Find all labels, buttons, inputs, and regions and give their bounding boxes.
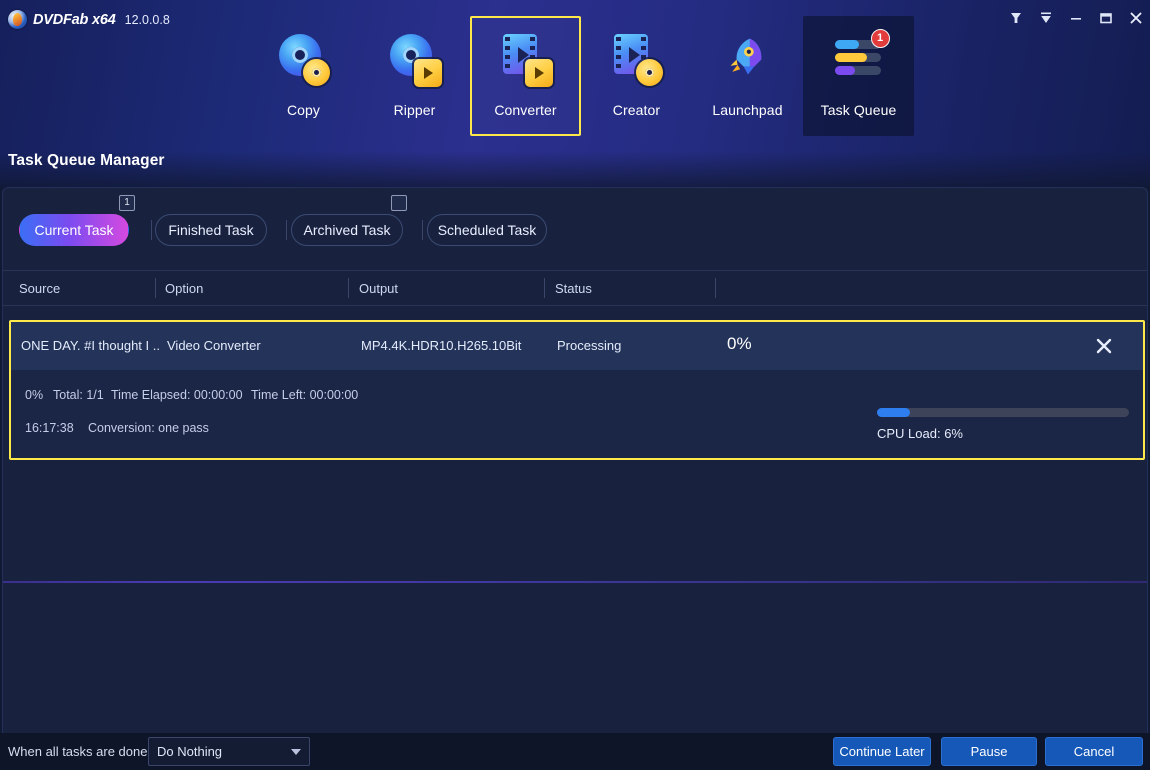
continue-later-label: Continue Later	[839, 744, 924, 759]
header-divider-1	[155, 278, 156, 298]
film-dice-icon	[499, 32, 553, 88]
nav-item-task-queue[interactable]: 1 Task Queue	[803, 16, 914, 136]
column-header-source: Source	[19, 281, 60, 296]
cpu-load-meter: CPU Load: 6%	[877, 408, 1129, 417]
brand: DVDFab x64 12.0.0.8	[8, 10, 170, 29]
when-done-select[interactable]: Do Nothing	[148, 737, 310, 766]
header-divider-4	[715, 278, 716, 298]
pause-label: Pause	[971, 744, 1008, 759]
cancel-button[interactable]: Cancel	[1045, 737, 1143, 766]
nav-label-launchpad: Launchpad	[712, 102, 782, 118]
task-row-highlight: ONE DAY. #I thought I ... Video Converte…	[9, 320, 1145, 460]
tab-archived-task[interactable]: Archived Task	[291, 214, 403, 246]
task-bars-icon: 1	[832, 32, 886, 88]
detail-time-elapsed: Time Elapsed: 00:00:00	[111, 388, 243, 402]
title-bar: DVDFab x64 12.0.0.8	[0, 0, 1150, 187]
nav-label-creator: Creator	[613, 102, 660, 118]
cpu-progress-fill	[877, 408, 910, 417]
pause-button[interactable]: Pause	[941, 737, 1037, 766]
nav-item-launchpad[interactable]: Launchpad	[692, 16, 803, 136]
cell-option: Video Converter	[167, 338, 347, 353]
tab-separator-3	[422, 220, 423, 240]
main-navigation: Copy Ripper Converter	[248, 16, 914, 136]
table-header: Source Option Output Status	[3, 270, 1147, 306]
chevron-down-icon	[291, 749, 301, 755]
section-divider	[3, 581, 1147, 583]
tab-separator-1	[151, 220, 152, 240]
cell-output: MP4.4K.HDR10.H265.10Bit	[361, 338, 543, 353]
task-tabs: Current Task 1 Finished Task Archived Ta…	[3, 188, 1147, 270]
cancel-label: Cancel	[1074, 744, 1114, 759]
disc-dice-icon	[388, 32, 442, 88]
task-detail-panel: 0% Total: 1/1 Time Elapsed: 00:00:00 Tim…	[11, 370, 1143, 458]
tab-finished-task[interactable]: Finished Task	[155, 214, 267, 246]
pin-icon[interactable]	[1008, 10, 1024, 26]
detail-progress-percent: 0%	[25, 388, 43, 402]
film-gear-icon	[610, 32, 664, 88]
maximize-icon[interactable]	[1098, 10, 1114, 26]
tab-separator-2	[286, 220, 287, 240]
detail-time-left: Time Left: 00:00:00	[251, 388, 358, 402]
detail-total: Total: 1/1	[53, 388, 104, 402]
window-controls	[1008, 10, 1144, 26]
column-header-status: Status	[555, 281, 592, 296]
nav-label-converter: Converter	[494, 102, 556, 118]
tab-label-archived-task: Archived Task	[304, 222, 391, 238]
tab-label-scheduled-task: Scheduled Task	[438, 222, 537, 238]
rocket-icon	[721, 32, 775, 88]
close-icon[interactable]	[1128, 10, 1144, 26]
tab-current-task[interactable]: Current Task	[19, 214, 129, 246]
when-done-value: Do Nothing	[157, 744, 291, 759]
tab-label-current-task: Current Task	[34, 222, 113, 238]
nav-item-copy[interactable]: Copy	[248, 16, 359, 136]
column-header-output: Output	[359, 281, 398, 296]
nav-item-ripper[interactable]: Ripper	[359, 16, 470, 136]
tab-badge-current-task: 1	[119, 195, 135, 211]
collapse-icon[interactable]	[1038, 10, 1054, 26]
task-queue-panel: Current Task 1 Finished Task Archived Ta…	[2, 187, 1148, 733]
detail-timestamp: 16:17:38	[25, 421, 74, 435]
page-title: Task Queue Manager	[8, 152, 165, 170]
dvdfab-logo-icon	[8, 10, 27, 29]
tab-label-finished-task: Finished Task	[168, 222, 253, 238]
cpu-load-label: CPU Load: 6%	[877, 426, 963, 441]
nav-item-converter[interactable]: Converter	[470, 16, 581, 136]
nav-label-copy: Copy	[287, 102, 320, 118]
task-queue-badge: 1	[871, 29, 890, 48]
cpu-progress-track	[877, 408, 1129, 417]
cell-source: ONE DAY. #I thought I ...	[21, 338, 159, 353]
brand-version: 12.0.0.8	[125, 13, 170, 27]
tab-badge-archived-task	[391, 195, 407, 211]
header-divider-2	[348, 278, 349, 298]
table-row[interactable]: ONE DAY. #I thought I ... Video Converte…	[11, 322, 1143, 370]
when-done-label: When all tasks are done:	[8, 744, 151, 759]
continue-later-button[interactable]: Continue Later	[833, 737, 931, 766]
close-circle-icon[interactable]	[1093, 335, 1115, 357]
brand-name: DVDFab x64	[33, 12, 116, 28]
nav-label-task-queue: Task Queue	[821, 102, 897, 118]
column-header-option: Option	[165, 281, 203, 296]
dvdfab-window: DVDFab x64 12.0.0.8	[0, 0, 1150, 770]
nav-label-ripper: Ripper	[394, 102, 436, 118]
tab-scheduled-task[interactable]: Scheduled Task	[427, 214, 547, 246]
footer-bar: When all tasks are done: Do Nothing Cont…	[0, 733, 1150, 770]
nav-item-creator[interactable]: Creator	[581, 16, 692, 136]
disc-gear-icon	[277, 32, 331, 88]
header-divider-3	[544, 278, 545, 298]
cell-percent: 0%	[727, 334, 752, 354]
detail-conversion: Conversion: one pass	[88, 421, 209, 435]
minimize-icon[interactable]	[1068, 10, 1084, 26]
cell-status: Processing	[557, 338, 707, 353]
